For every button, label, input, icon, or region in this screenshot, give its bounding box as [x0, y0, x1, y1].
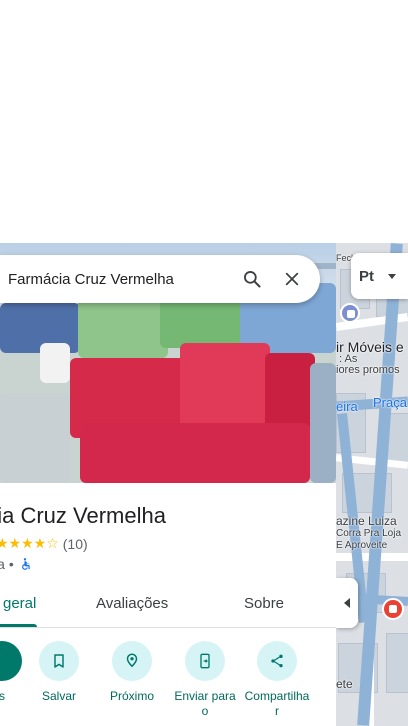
search-input[interactable]: Farmácia Cruz Vermelha	[0, 271, 232, 288]
share-label: Compartilha r	[244, 689, 310, 718]
place-category[interactable]: ia	[0, 556, 5, 572]
save-label: Salvar	[41, 689, 76, 703]
nearby-label: Próximo	[109, 689, 154, 703]
category-row: ia •	[0, 556, 32, 572]
map-label-praca: Praça	[373, 395, 407, 410]
tab-about[interactable]: Sobre	[244, 595, 284, 612]
tab-reviews[interactable]: Avaliações	[96, 595, 168, 612]
chevron-down-icon	[388, 273, 396, 279]
directions-label: s	[0, 689, 5, 703]
search-bar[interactable]: Farmácia Cruz Vermelha	[0, 255, 320, 303]
police-pin-icon[interactable]	[340, 303, 360, 323]
nearby-button[interactable]: Próximo	[97, 641, 167, 704]
layer-label: Pt	[359, 267, 374, 285]
map-label-aproveite: E Aproveite	[336, 540, 388, 551]
place-title: ácia Cruz Vermelha	[0, 503, 166, 528]
search-button[interactable]	[232, 259, 272, 299]
separator: •	[8, 556, 14, 572]
send-to-phone-icon	[185, 641, 225, 681]
tab-overview[interactable]: geral	[3, 595, 36, 612]
map-label-eira: eira	[336, 399, 358, 414]
save-button[interactable]: Salvar	[24, 641, 94, 704]
place-panel: ácia Cruz Vermelha ★★★★☆ (10) ia • geral…	[0, 243, 336, 726]
share-button[interactable]: Compartilha r	[242, 641, 312, 719]
chevron-left-icon	[344, 598, 350, 608]
layers-language-button[interactable]: Pt	[351, 253, 408, 299]
map-label-corra: Corra Pra Loja	[336, 528, 402, 539]
store-pin-icon[interactable]	[382, 598, 404, 620]
send-to-phone-label: Enviar para o	[174, 689, 236, 718]
map-label-magazine: azine Luiza	[336, 514, 397, 528]
close-button[interactable]	[272, 259, 312, 299]
nearby-icon	[112, 641, 152, 681]
wheelchair-icon	[21, 558, 30, 570]
tab-bar: geral Avaliações Sobre	[0, 583, 336, 628]
map-label-ete: ete	[336, 677, 353, 691]
close-icon	[285, 272, 299, 286]
map-label-promos: iores promos	[336, 364, 400, 376]
share-icon	[257, 641, 297, 681]
bookmark-icon	[39, 641, 79, 681]
star-rating-icon: ★★★★☆	[0, 535, 59, 551]
collapse-panel-button[interactable]	[336, 578, 358, 628]
search-icon	[244, 271, 261, 288]
rating-row[interactable]: ★★★★☆ (10)	[0, 535, 88, 552]
review-count[interactable]: (10)	[63, 536, 88, 552]
directions-icon	[0, 641, 22, 681]
active-tab-indicator	[0, 624, 37, 627]
send-to-phone-button[interactable]: Enviar para o	[170, 641, 240, 719]
